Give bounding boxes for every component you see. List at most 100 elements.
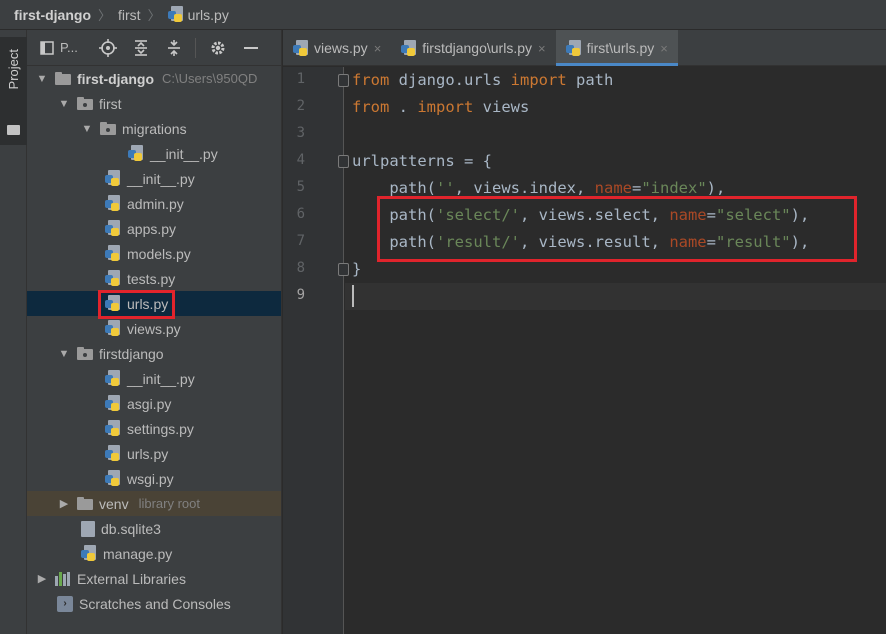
chevron-down-icon[interactable]: ▼ bbox=[80, 123, 94, 135]
python-file-icon bbox=[105, 270, 121, 287]
tree-item-label: venv bbox=[99, 495, 129, 512]
code-token: ), bbox=[706, 179, 726, 197]
chevron-down-icon[interactable]: ▼ bbox=[57, 98, 71, 110]
tree-item-asgi[interactable]: asgi.py bbox=[27, 391, 281, 416]
minimize-icon[interactable] bbox=[240, 37, 262, 59]
tree-item-label: first bbox=[99, 95, 122, 112]
chevron-right-icon[interactable]: ▶ bbox=[57, 497, 71, 510]
breadcrumb-project[interactable]: first-django bbox=[14, 7, 91, 23]
tree-item-init[interactable]: __init__.py bbox=[27, 166, 281, 191]
collapse-all-icon[interactable] bbox=[163, 37, 185, 59]
tree-item-label: tests.py bbox=[127, 270, 176, 287]
tree-item-wsgi[interactable]: wsgi.py bbox=[27, 466, 281, 491]
code-token: . bbox=[389, 98, 418, 116]
keyword-token: import bbox=[510, 71, 567, 89]
folder-icon bbox=[77, 97, 93, 110]
line-number: 3 bbox=[296, 125, 305, 141]
tab-first-urls[interactable]: first\urls.py × bbox=[555, 30, 679, 66]
python-file-icon bbox=[128, 145, 144, 162]
code-token: path( bbox=[352, 179, 436, 197]
close-icon[interactable]: × bbox=[660, 41, 668, 56]
tree-item-apps[interactable]: apps.py bbox=[27, 216, 281, 241]
tree-item-db[interactable]: db.sqlite3 bbox=[27, 516, 281, 541]
line-number: 4 bbox=[296, 152, 305, 168]
fold-marker-icon[interactable] bbox=[338, 263, 349, 276]
chevron-down-icon[interactable]: ▼ bbox=[35, 73, 49, 85]
python-file-icon bbox=[81, 545, 97, 562]
close-icon[interactable]: × bbox=[374, 41, 382, 56]
code-line-4: urlpatterns = { bbox=[352, 148, 492, 175]
tree-item-views[interactable]: views.py bbox=[27, 316, 281, 341]
python-file-icon bbox=[105, 320, 121, 337]
tree-root[interactable]: ▼ first-django C:\Users\950QD bbox=[27, 66, 281, 91]
tool-window-strip: Project bbox=[0, 30, 27, 634]
python-file-icon bbox=[293, 39, 309, 57]
project-tool-button[interactable]: Project bbox=[0, 37, 27, 145]
tab-views[interactable]: views.py × bbox=[283, 30, 391, 66]
project-view-selector[interactable]: P... bbox=[60, 40, 86, 55]
code-token: django.urls bbox=[389, 71, 511, 89]
tree-item-label: __init__.py bbox=[127, 370, 195, 387]
tab-firstdjango-urls[interactable]: firstdjango\urls.py × bbox=[391, 30, 555, 66]
tree-item-migrations[interactable]: ▼ migrations bbox=[27, 116, 281, 141]
tree-item-tests[interactable]: tests.py bbox=[27, 266, 281, 291]
tab-label: views.py bbox=[314, 40, 368, 56]
gear-icon[interactable] bbox=[207, 37, 229, 59]
keyword-token: from bbox=[352, 98, 390, 116]
close-icon[interactable]: × bbox=[538, 41, 546, 56]
code-line-2: from . import views bbox=[352, 94, 529, 121]
locate-file-icon[interactable] bbox=[97, 37, 119, 59]
tree-item-firstdjango-urls[interactable]: urls.py bbox=[27, 441, 281, 466]
code-line-8: } bbox=[352, 256, 361, 283]
folder-icon bbox=[100, 122, 116, 135]
tree-item-external-libraries[interactable]: ▶ External Libraries bbox=[27, 566, 281, 591]
tab-label: firstdjango\urls.py bbox=[422, 40, 532, 56]
code-token: urlpatterns = { bbox=[352, 152, 492, 170]
line-number: 2 bbox=[296, 98, 305, 114]
breadcrumb-file[interactable]: urls.py bbox=[188, 7, 229, 23]
python-file-icon bbox=[105, 470, 121, 487]
tree-item-label: __init__.py bbox=[150, 145, 218, 162]
fold-marker-icon[interactable] bbox=[338, 74, 349, 87]
tree-item-first[interactable]: ▼ first bbox=[27, 91, 281, 116]
fold-marker-icon[interactable] bbox=[338, 155, 349, 168]
breadcrumb-separator: 〉 bbox=[98, 8, 112, 23]
tree-item-admin[interactable]: admin.py bbox=[27, 191, 281, 216]
tree-item-label: first-django bbox=[77, 70, 154, 87]
tree-item-manage[interactable]: manage.py bbox=[27, 541, 281, 566]
editor-tabs: views.py × firstdjango\urls.py × first\u… bbox=[283, 30, 886, 66]
folder-icon bbox=[7, 125, 20, 135]
project-panel: P... ▼ first-django C:\Users\950QD ▼ fir… bbox=[27, 30, 282, 634]
text-caret bbox=[352, 285, 354, 307]
code-editor[interactable]: from django.urls import path from . impo… bbox=[345, 67, 886, 634]
breadcrumb-folder[interactable]: first bbox=[118, 7, 141, 23]
string-token: "index" bbox=[641, 179, 707, 197]
chevron-right-icon[interactable]: ▶ bbox=[35, 572, 49, 585]
python-file-icon bbox=[105, 170, 121, 187]
root-path: C:\Users\950QD bbox=[162, 71, 258, 86]
tree-item-firstdjango[interactable]: ▼ firstdjango bbox=[27, 341, 281, 366]
code-token: path bbox=[566, 71, 614, 89]
tree-item-label: firstdjango bbox=[99, 345, 164, 362]
current-line-highlight bbox=[345, 283, 886, 310]
navigation-breadcrumb: first-django 〉 first 〉 urls.py bbox=[0, 0, 886, 30]
python-file-icon bbox=[105, 445, 121, 462]
line-number: 9 bbox=[296, 287, 305, 303]
code-token: } bbox=[352, 260, 362, 278]
tree-item-models[interactable]: models.py bbox=[27, 241, 281, 266]
tree-item-firstdjango-init[interactable]: __init__.py bbox=[27, 366, 281, 391]
chevron-down-icon[interactable]: ▼ bbox=[57, 348, 71, 360]
expand-all-icon[interactable] bbox=[130, 37, 152, 59]
folder-icon bbox=[55, 72, 71, 85]
database-file-icon bbox=[81, 520, 95, 537]
tree-item-label: wsgi.py bbox=[127, 470, 174, 487]
tree-item-settings[interactable]: settings.py bbox=[27, 416, 281, 441]
tree-item-migrations-init[interactable]: __init__.py bbox=[27, 141, 281, 166]
python-file-icon bbox=[105, 195, 121, 212]
param-token: name bbox=[594, 179, 632, 197]
tree-item-venv[interactable]: ▶ venv library root bbox=[27, 491, 281, 516]
tree-item-scratches[interactable]: › Scratches and Consoles bbox=[27, 591, 281, 616]
highlight-box bbox=[98, 290, 175, 319]
tree-item-label: Scratches and Consoles bbox=[79, 595, 231, 612]
folder-icon bbox=[77, 497, 93, 510]
